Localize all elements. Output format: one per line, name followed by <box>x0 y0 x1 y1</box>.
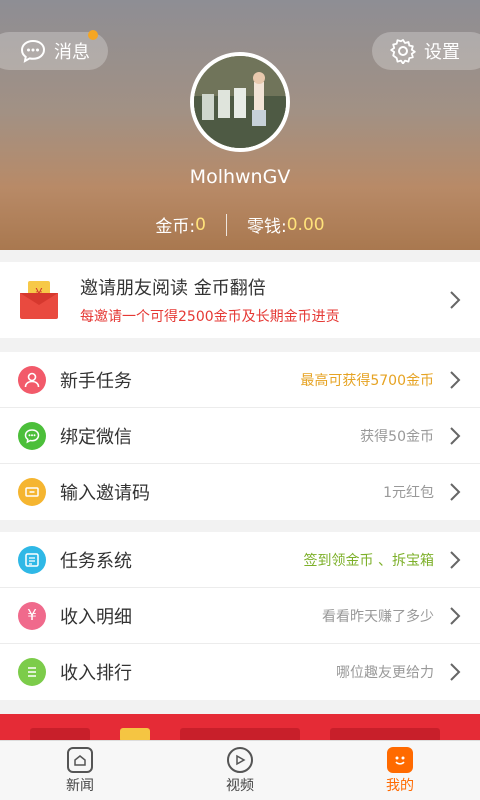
invite-text: 邀请朋友阅读 金币翻倍 每邀请一个可得2500金币及长期金币进贡 <box>80 274 440 326</box>
list-item-label: 输入邀请码 <box>60 483 150 504</box>
chevron-right-icon <box>440 606 470 626</box>
profile-page: 消息 设置 MolhwnGV 金币: 0 零钱: 0.00 邀请朋友阅读 金币翻… <box>0 0 480 800</box>
chevron-right-icon <box>440 662 470 682</box>
message-bubble-icon <box>20 39 46 63</box>
invite-banner[interactable]: ¥ 邀请朋友阅读 金币翻倍 每邀请一个可得2500金币及长期金币进贡 <box>0 262 480 338</box>
promo-deco <box>180 728 300 740</box>
task-group-1: 新手任务 最高可获得5700金币 绑定微信 获得50金币 输入邀请码 1元红包 <box>0 352 480 520</box>
chevron-right-icon <box>440 482 470 502</box>
unread-dot <box>88 30 98 40</box>
messages-label: 消息 <box>54 42 90 63</box>
bottom-nav: 新闻 视频 我的 <box>0 740 480 800</box>
coins-value: 0 <box>195 214 206 235</box>
list-item-hint: 签到领金币 、拆宝箱 <box>303 552 434 569</box>
wallet-stats: 金币: 0 零钱: 0.00 <box>0 212 480 237</box>
promo-deco <box>30 728 90 740</box>
task-list-icon <box>18 545 46 574</box>
invite-title: 邀请朋友阅读 金币翻倍 <box>80 278 266 299</box>
chevron-right-icon <box>440 426 470 446</box>
list-item-hint: 1元红包 <box>383 485 434 501</box>
settings-button[interactable]: 设置 <box>372 32 480 70</box>
invite-subtitle: 每邀请一个可得2500金币及长期金币进贡 <box>80 309 340 325</box>
promo-deco <box>330 728 440 740</box>
promo-deco <box>120 728 150 740</box>
promo-banner[interactable] <box>0 714 480 740</box>
username: MolhwnGV <box>189 166 291 188</box>
person-icon <box>18 365 46 394</box>
smiley-icon <box>387 746 413 773</box>
list-item-income-details[interactable]: ¥ 收入明细 看看昨天赚了多少 <box>0 588 480 644</box>
home-icon <box>67 746 93 773</box>
list-item-hint: 看看昨天赚了多少 <box>322 608 434 625</box>
list-item-label: 收入排行 <box>60 663 132 684</box>
coins-label: 金币: <box>155 217 196 237</box>
task-group-2: 任务系统 签到领金币 、拆宝箱 ¥ 收入明细 看看昨天赚了多少 收入排行 哪位趣… <box>0 532 480 700</box>
red-envelope-icon: ¥ <box>18 279 60 321</box>
change-value: 0.00 <box>286 214 325 235</box>
chevron-right-icon <box>440 550 470 570</box>
list-item-label: 绑定微信 <box>60 426 132 448</box>
list-item-novice-tasks[interactable]: 新手任务 最高可获得5700金币 <box>0 352 480 408</box>
yuan-icon: ¥ <box>18 601 46 630</box>
nav-video[interactable]: 视频 <box>160 741 320 800</box>
nav-video-label: 视频 <box>226 777 254 794</box>
nav-mine[interactable]: 我的 <box>320 741 480 800</box>
chat-icon <box>18 421 46 450</box>
list-item-task-system[interactable]: 任务系统 签到领金币 、拆宝箱 <box>0 532 480 588</box>
list-item-label: 新手任务 <box>60 370 132 392</box>
settings-label: 设置 <box>424 42 460 63</box>
gear-icon <box>390 39 416 64</box>
avatar[interactable] <box>190 52 290 152</box>
list-item-invite-code[interactable]: 输入邀请码 1元红包 <box>0 464 480 520</box>
nav-news-label: 新闻 <box>66 777 94 794</box>
avatar-photo <box>194 56 286 148</box>
nav-news[interactable]: 新闻 <box>0 741 160 800</box>
nav-mine-label: 我的 <box>386 777 414 794</box>
profile-header: 消息 设置 MolhwnGV 金币: 0 零钱: 0.00 <box>0 0 480 250</box>
list-item-income-ranking[interactable]: 收入排行 哪位趣友更给力 <box>0 644 480 700</box>
list-item-hint: 哪位趣友更给力 <box>336 665 434 681</box>
list-item-hint: 最高可获得5700金币 <box>300 372 434 389</box>
list-item-label: 任务系统 <box>60 550 132 572</box>
chevron-right-icon <box>440 370 470 390</box>
ranking-icon <box>18 658 46 686</box>
play-icon <box>227 746 253 773</box>
ticket-icon <box>18 478 46 506</box>
list-item-hint: 获得50金币 <box>360 428 434 445</box>
stats-divider <box>225 213 227 236</box>
list-item-label: 收入明细 <box>60 606 132 628</box>
chevron-right-icon <box>440 290 470 310</box>
change-label: 零钱: <box>246 217 287 237</box>
list-item-bind-wechat[interactable]: 绑定微信 获得50金币 <box>0 408 480 464</box>
